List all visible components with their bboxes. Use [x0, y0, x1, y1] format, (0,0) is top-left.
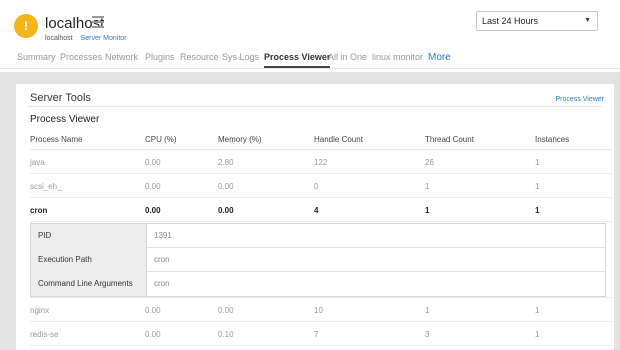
memory-value: 0.00 [218, 182, 234, 191]
column-header[interactable]: Thread Count [425, 135, 474, 144]
process-name: nginx [30, 306, 50, 315]
tab-all-in-one[interactable]: All in One [328, 52, 367, 62]
divider [28, 106, 602, 107]
thread-count: 1 [425, 306, 430, 315]
handle-count: 7 [314, 330, 319, 339]
hamburger-menu-icon[interactable] [92, 16, 104, 28]
header: ! localhost localhost Server Monitor Las… [0, 0, 620, 72]
memory-value: 0.00 [218, 306, 234, 315]
process-table: Process Name CPU (%) Memory (%) Handle C… [30, 132, 612, 346]
detail-row: Command Line Arguments cron [31, 272, 605, 296]
detail-value: 1391 [154, 231, 172, 240]
content-area: Server Tools Process Viewer Process View… [0, 72, 620, 350]
instances: 1 [535, 206, 540, 215]
memory-value: 2.80 [218, 158, 234, 167]
tab-more[interactable]: More [428, 52, 451, 63]
handle-count: 122 [314, 158, 328, 167]
column-header[interactable]: Memory (%) [218, 135, 262, 144]
table-row[interactable]: java 0.00 2.80 122 26 1 [30, 150, 612, 174]
detail-row: PID 1391 [31, 224, 605, 248]
process-detail-section: PID 1391 Execution Path cron Command Lin… [30, 222, 612, 298]
tab-resource[interactable]: Resource [180, 52, 219, 62]
cpu-value: 0.00 [145, 330, 161, 339]
server-monitor-link[interactable]: Server Monitor [81, 35, 127, 42]
thread-count: 26 [425, 158, 434, 167]
handle-count: 10 [314, 306, 323, 315]
tab-sys-logs[interactable]: Sys Logs [222, 52, 259, 62]
chevron-down-icon: ▼ [584, 17, 591, 24]
tab-summary[interactable]: Summary [17, 52, 56, 62]
table-row[interactable]: redis-se 0.00 0.10 7 3 1 [30, 322, 612, 346]
column-header[interactable]: CPU (%) [145, 135, 177, 144]
memory-value: 0.00 [218, 206, 234, 215]
memory-value: 0.10 [218, 330, 234, 339]
detail-value: cron [154, 255, 170, 264]
process-name: redis-se [30, 330, 59, 339]
tab-network[interactable]: Network [105, 52, 138, 62]
column-header[interactable]: Process Name [30, 135, 82, 144]
column-header[interactable]: Handle Count [314, 135, 363, 144]
handle-count: 0 [314, 182, 319, 191]
tab-processes[interactable]: Processes [60, 52, 102, 62]
tab-bar: Summary Processes Network Plugins Resour… [0, 47, 620, 69]
detail-value: cron [154, 279, 170, 288]
process-name: cron [30, 206, 48, 215]
instances: 1 [535, 306, 540, 315]
process-viewer-link[interactable]: Process Viewer [555, 96, 604, 103]
host-subtitle: localhost Server Monitor [45, 35, 127, 42]
thread-count: 1 [425, 182, 430, 191]
thread-count: 1 [425, 206, 430, 215]
cpu-value: 0.00 [145, 182, 161, 191]
host-sub-label: localhost [45, 35, 73, 42]
process-name: scsi_eh_ [30, 182, 62, 191]
panel-title: Server Tools [30, 92, 91, 104]
warning-icon[interactable]: ! [14, 14, 38, 38]
detail-key: Execution Path [31, 248, 147, 272]
period-select-value: Last 24 Hours [482, 16, 539, 26]
column-header[interactable]: Instances [535, 135, 569, 144]
detail-key: Command Line Arguments [31, 272, 147, 296]
cpu-value: 0.00 [145, 306, 161, 315]
tab-linux-monitor[interactable]: linux monitor [372, 52, 423, 62]
table-row-selected[interactable]: cron 0.00 0.00 4 1 1 [30, 198, 612, 222]
instances: 1 [535, 158, 540, 167]
detail-key: PID [31, 224, 147, 248]
process-name: java [30, 158, 45, 167]
cpu-value: 0.00 [145, 206, 161, 215]
period-select[interactable]: Last 24 Hours ▼ [476, 11, 598, 31]
handle-count: 4 [314, 206, 319, 215]
table-row[interactable]: scsi_eh_ 0.00 0.00 0 1 1 [30, 174, 612, 198]
cpu-value: 0.00 [145, 158, 161, 167]
server-tools-panel: Server Tools Process Viewer Process View… [16, 84, 614, 350]
instances: 1 [535, 330, 540, 339]
table-header: Process Name CPU (%) Memory (%) Handle C… [30, 132, 612, 150]
process-detail-table: PID 1391 Execution Path cron Command Lin… [30, 223, 606, 297]
tab-process-viewer[interactable]: Process Viewer [264, 52, 331, 68]
instances: 1 [535, 182, 540, 191]
detail-row: Execution Path cron [31, 248, 605, 272]
table-row[interactable]: nginx 0.00 0.00 10 1 1 [30, 298, 612, 322]
section-title: Process Viewer [30, 114, 100, 125]
tab-plugins[interactable]: Plugins [145, 52, 175, 62]
thread-count: 3 [425, 330, 430, 339]
